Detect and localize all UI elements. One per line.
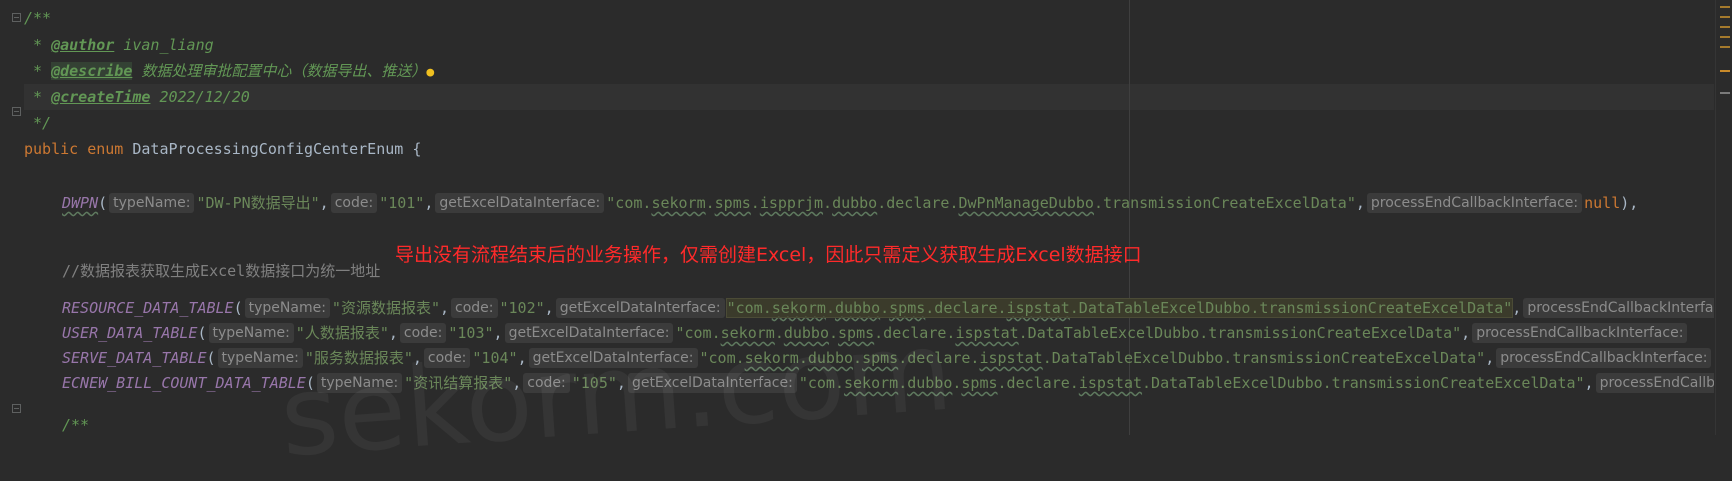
error-stripe-mark	[1720, 36, 1730, 38]
author-value: ivan_liang	[114, 36, 214, 54]
param-hint-excel: getExcelDataInterface:	[435, 193, 605, 213]
param-hint-typename: typeName:	[244, 298, 330, 318]
keyword-public: public	[24, 140, 79, 158]
keyword-enum: enum	[87, 140, 124, 158]
describe-value: 数据处理审批配置中心（数据导出、推送）	[132, 62, 427, 80]
enum-entry-dwpn: DWPN(typeName: "DW-PN数据导出", code: "101", get…	[62, 193, 1639, 213]
doc-comment-author: * @author ivan_liang	[24, 36, 214, 54]
doc-comment-close: */	[24, 114, 52, 132]
doc-comment-describe: * @describe 数据处理审批配置中心（数据导出、推送）●	[24, 58, 434, 84]
param-hint-callback: processEndCallbackInterface:	[1496, 348, 1712, 368]
error-stripe-mark	[1720, 6, 1730, 8]
editor-gutter	[0, 0, 22, 435]
fold-icon[interactable]	[12, 404, 21, 413]
param-hint-callback: processEndCallbackInterface:	[1523, 298, 1714, 318]
param-hint-typename: typeName:	[208, 323, 294, 343]
param-hint-typename: typeName:	[109, 193, 195, 213]
enum-name: DataProcessingConfigCenterEnum	[132, 140, 404, 158]
typename-value: "资源数据报表"	[331, 299, 440, 317]
enum-constant: DWPN	[62, 194, 99, 212]
next-doc-comment-open: /**	[62, 416, 90, 434]
enum-constant: SERVE_DATA_TABLE	[62, 349, 207, 367]
author-tag: @author	[51, 36, 115, 54]
fold-icon[interactable]	[12, 13, 21, 22]
param-hint-callback: processEndCallbackInterface:	[1472, 323, 1688, 343]
enum-constant: ECNEW_BILL_COUNT_DATA_TABLE	[62, 374, 306, 392]
describe-tag: @describe	[51, 62, 133, 80]
line-comment: //数据报表获取生成Excel数据接口为统一地址	[62, 262, 381, 280]
caret-line-highlight	[24, 84, 1714, 110]
error-stripe-mark	[1720, 26, 1730, 28]
enum-constant: USER_DATA_TABLE	[62, 324, 198, 342]
code-value: "102"	[499, 299, 545, 317]
param-hint-code: code:	[399, 323, 447, 343]
typename-value: "人数据报表"	[295, 324, 389, 342]
createtime-value: 2022/12/20	[150, 88, 250, 106]
code-value: "101"	[379, 194, 425, 212]
error-stripe-mark	[1720, 16, 1730, 18]
param-hint-code: code:	[330, 193, 378, 213]
fold-icon[interactable]	[12, 107, 21, 116]
error-stripe-mark	[1720, 46, 1730, 48]
createtime-tag: @createTime	[51, 88, 151, 106]
enum-constant: RESOURCE_DATA_TABLE	[62, 299, 234, 317]
null-keyword: null	[1584, 194, 1621, 212]
editor-scrollbar[interactable]	[1715, 0, 1732, 435]
open-brace: {	[412, 140, 422, 158]
param-hint-callback: processEndCallbackInterface:	[1595, 373, 1714, 393]
excel-interface-value: "com.sekorm.spms.ispprjm.dubbo.declare.D…	[606, 194, 1356, 212]
enum-declaration: public enum DataProcessingConfigCenterEn…	[24, 136, 421, 162]
intention-bulb-icon[interactable]: ●	[426, 60, 434, 86]
error-stripe-mark	[1720, 70, 1730, 72]
doc-comment-createtime: * @createTime 2022/12/20	[24, 88, 250, 106]
doc-comment-open: /**	[24, 9, 52, 27]
error-stripe-mark	[1720, 92, 1730, 94]
typename-value: "DW-PN数据导出"	[196, 194, 320, 212]
param-hint-callback: processEndCallbackInterface:	[1366, 193, 1583, 213]
param-hint-code: code:	[451, 298, 498, 318]
red-annotation-text: 导出没有流程结束后的业务操作，仅需创建Excel，因此只需定义获取生成Excel…	[395, 244, 1142, 266]
param-hint-excel: getExcelDataInterface:	[555, 298, 725, 318]
